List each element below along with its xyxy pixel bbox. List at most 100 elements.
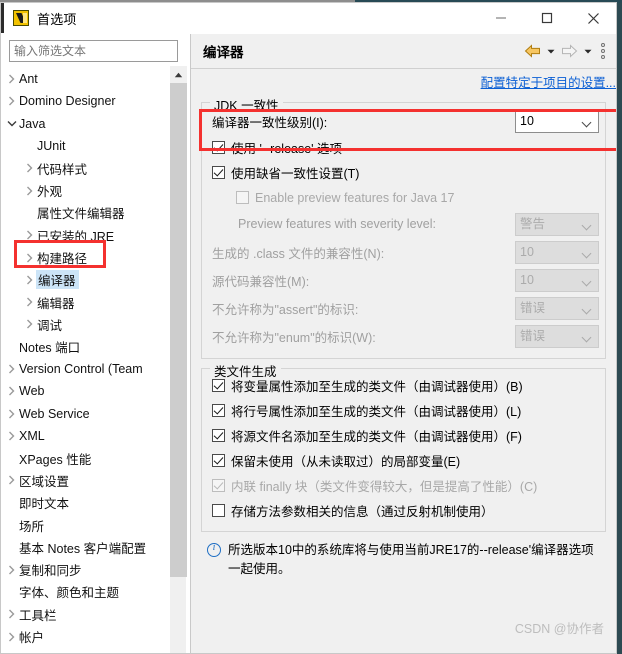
chevron-right-icon[interactable] (23, 275, 36, 285)
chevron-right-icon[interactable] (5, 386, 18, 396)
sidebar-item[interactable]: Web Service (1, 402, 169, 424)
sidebar-item[interactable]: 工具栏 (1, 603, 169, 625)
chevron-right-icon[interactable] (23, 253, 36, 263)
sidebar-item-label: 复制和同步 (19, 564, 82, 579)
use-default-compliance-checkbox[interactable] (212, 166, 225, 179)
sidebar-item[interactable]: Version Control (Team (1, 358, 169, 380)
sidebar-item-label: 构建路径 (37, 252, 88, 267)
sidebar-item-label: 字体、颜色和主题 (19, 586, 120, 601)
forward-history-chevron-down-icon[interactable] (581, 40, 594, 62)
sidebar-item-label: 外观 (37, 185, 63, 200)
chevron-right-icon[interactable] (23, 297, 36, 307)
sidebar-item[interactable]: 代码样式 (1, 157, 169, 179)
sidebar-item[interactable]: Domino Designer (1, 90, 169, 112)
classfile-option-row: 内联 finally 块（类文件变得较大，但是提高了性能）(C) (208, 473, 599, 498)
enable-preview-features-label: Enable preview features for Java 17 (255, 190, 455, 205)
sidebar-item[interactable]: 调试 (1, 313, 169, 335)
chevron-right-icon[interactable] (5, 431, 18, 441)
sidebar-item-label: 帐户 (19, 631, 45, 646)
sidebar-item[interactable]: 常规 (1, 648, 169, 653)
chevron-right-icon[interactable] (5, 632, 18, 642)
chevron-right-icon[interactable] (5, 409, 18, 419)
assert-identifier-select: 错误 (515, 296, 599, 320)
project-settings-link-row: 配置特定于项目的设置... (201, 69, 616, 93)
sidebar-item[interactable]: 编辑器 (1, 291, 169, 313)
assert-identifier-row: 不允许称为"assert"的标识: 错误 (208, 294, 599, 322)
use-release-option-row[interactable]: 使用 '--release' 选项 (208, 135, 599, 160)
chevron-right-icon[interactable] (5, 74, 18, 84)
classfile-option-checkbox[interactable] (212, 454, 225, 467)
configure-project-settings-link[interactable]: 配置特定于项目的设置... (481, 72, 616, 91)
sidebar-item[interactable]: Web (1, 380, 169, 402)
header-toolbar (522, 40, 610, 62)
sidebar-item[interactable]: Notes 端口 (1, 336, 169, 358)
classfile-option-checkbox[interactable] (212, 379, 225, 392)
classfile-option-checkbox[interactable] (212, 404, 225, 417)
chevron-right-icon[interactable] (5, 96, 18, 106)
chevron-right-icon[interactable] (5, 364, 18, 374)
preview-severity-combo-wrap: 警告 (515, 212, 599, 236)
classfile-option-label: 将行号属性添加至生成的类文件（由调试器使用）(L) (231, 405, 522, 419)
use-default-compliance-row[interactable]: 使用缺省一致性设置(T) (208, 160, 599, 185)
chevron-right-icon[interactable] (23, 319, 36, 329)
sidebar-item-label: Java (19, 116, 46, 131)
sidebar-item[interactable]: 帐户 (1, 625, 169, 647)
minimize-button[interactable] (478, 3, 524, 33)
sidebar-item[interactable]: XML (1, 425, 169, 447)
chevron-right-icon[interactable] (23, 186, 36, 196)
sidebar-item[interactable]: 构建路径 (1, 246, 169, 268)
preferences-tree[interactable]: Ant Domino Designer Java JUnit 代码样式外观属性文件编辑器… (1, 68, 169, 653)
back-history-chevron-down-icon[interactable] (544, 40, 557, 62)
classfile-option-checkbox[interactable] (212, 429, 225, 442)
classfile-option-row[interactable]: 保留未使用（从未读取过）的局部变量(E) (208, 448, 599, 473)
chevron-right-icon[interactable] (5, 565, 18, 575)
vertical-dots-icon[interactable] (596, 40, 610, 62)
sidebar-item[interactable]: Java (1, 113, 169, 135)
chevron-right-icon[interactable] (5, 609, 18, 619)
filter-input[interactable] (9, 40, 178, 62)
classfile-option-checkbox (212, 479, 225, 492)
sidebar-item[interactable]: 外观 (1, 179, 169, 201)
scrollbar-thumb[interactable] (170, 83, 187, 577)
sidebar-item[interactable]: XPages 性能 (1, 447, 169, 469)
sidebar-item[interactable]: 属性文件编辑器 (1, 202, 169, 224)
sidebar-item-label: Notes 端口 (19, 341, 81, 356)
sidebar-item[interactable]: 区域设置 (1, 469, 169, 491)
classfile-option-row[interactable]: 将行号属性添加至生成的类文件（由调试器使用）(L) (208, 398, 599, 423)
sidebar-item[interactable]: 即时文本 (1, 492, 169, 514)
sidebar-item[interactable]: JUnit (1, 135, 169, 157)
info-icon (207, 542, 221, 557)
sidebar-item[interactable]: 字体、颜色和主题 (1, 581, 169, 603)
classfile-option-row[interactable]: 存储方法参数相关的信息（通过反射机制使用） (208, 498, 599, 523)
preview-severity-row: Preview features with severity level: 警告 (208, 210, 599, 238)
close-button[interactable] (570, 3, 616, 33)
sidebar-item[interactable]: 复制和同步 (1, 559, 169, 581)
enum-identifier-combo-wrap: 错误 (515, 324, 599, 348)
sidebar-item-label: Domino Designer (19, 94, 116, 109)
sidebar-item[interactable]: Ant (1, 68, 169, 90)
back-arrow-icon[interactable] (522, 40, 542, 62)
class-compatibility-label: 生成的 .class 文件的兼容性(N): (212, 246, 385, 261)
forward-arrow-icon[interactable] (559, 40, 579, 62)
scroll-up-icon[interactable] (170, 66, 187, 83)
sidebar-item[interactable]: 已安装的 JRE (1, 224, 169, 246)
maximize-button[interactable] (524, 3, 570, 33)
chevron-down-icon[interactable] (5, 120, 18, 127)
sidebar-item[interactable]: 编译器 (1, 269, 169, 291)
classfile-option-checkbox[interactable] (212, 504, 225, 517)
use-release-checkbox[interactable] (212, 141, 225, 154)
chevron-right-icon[interactable] (23, 230, 36, 240)
page-header: 编译器 (191, 34, 616, 69)
classfile-option-row[interactable]: 将源文件名添加至生成的类文件（由调试器使用）(F) (208, 423, 599, 448)
sidebar-scrollbar[interactable] (169, 66, 187, 653)
window-content: Ant Domino Designer Java JUnit 代码样式外观属性文件编辑器… (1, 34, 616, 653)
chevron-right-icon[interactable] (5, 475, 18, 485)
chevron-right-icon[interactable] (23, 163, 36, 173)
classfile-options-list: 将变量属性添加至生成的类文件（由调试器使用）(B) 将行号属性添加至生成的类文件（… (208, 373, 599, 523)
compliance-level-select[interactable]: 10 (515, 109, 599, 133)
sidebar-item[interactable]: 场所 (1, 514, 169, 536)
use-default-compliance-label: 使用缺省一致性设置(T) (231, 167, 360, 181)
sidebar-item-label: 属性文件编辑器 (37, 207, 125, 222)
sidebar-item-label: 即时文本 (19, 497, 70, 512)
sidebar-item[interactable]: 基本 Notes 客户端配置 (1, 536, 169, 558)
